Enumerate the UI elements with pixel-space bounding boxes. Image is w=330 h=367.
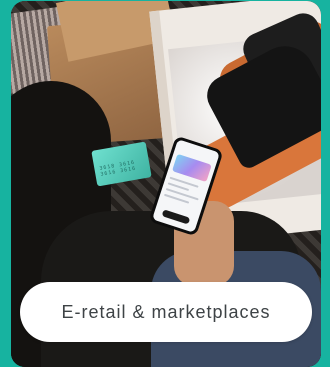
phone-pay-button [161,209,191,225]
category-card[interactable]: 3618 3616 3616 3616 E-retail & marketpla… [11,1,321,367]
card-number: 3618 3616 3616 3616 [98,159,137,178]
category-label-pill[interactable]: E-retail & marketplaces [20,282,312,342]
phone-payment-card [171,153,212,183]
category-label: E-retail & marketplaces [61,301,271,322]
